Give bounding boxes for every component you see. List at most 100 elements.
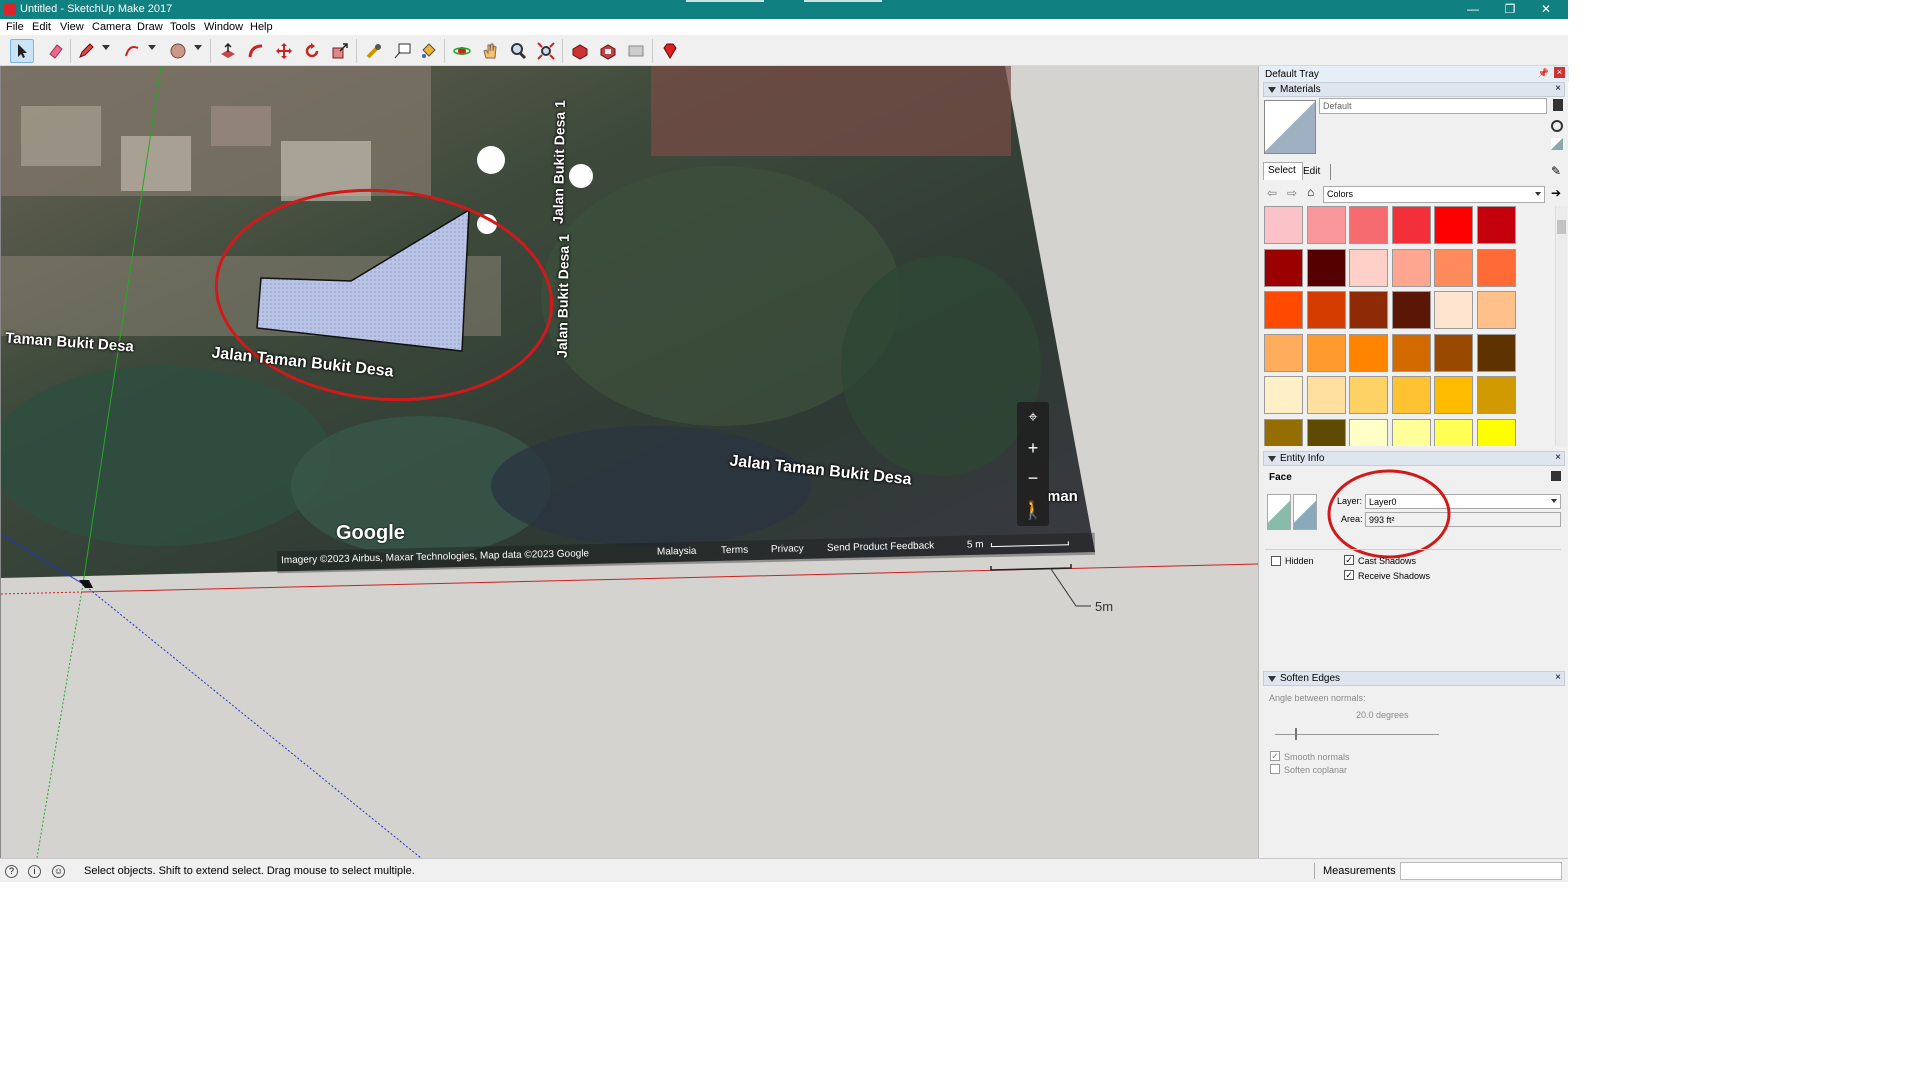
arc-tool[interactable]	[120, 39, 144, 63]
front-material-swatch[interactable]	[1267, 494, 1291, 530]
text-tool[interactable]	[390, 39, 414, 63]
close-button[interactable]: ✕	[1528, 0, 1564, 19]
warehouse-tool[interactable]	[568, 39, 592, 63]
color-swatch[interactable]	[1391, 418, 1431, 446]
menu-window[interactable]: Window	[204, 21, 243, 33]
model-viewport[interactable]: Taman Bukit Desa Jalan Taman Bukit Desa …	[0, 66, 1258, 858]
tray-close-icon[interactable]: ×	[1554, 67, 1565, 78]
terms-link[interactable]: Terms	[721, 545, 748, 557]
color-swatch[interactable]	[1434, 376, 1473, 414]
minimize-button[interactable]: —	[1455, 0, 1491, 19]
scale-tool[interactable]	[328, 39, 352, 63]
scrollbar-thumb[interactable]	[1557, 220, 1566, 234]
forward-arrow-icon[interactable]: ⇨	[1287, 186, 1297, 200]
color-swatch[interactable]	[1306, 291, 1346, 329]
maximize-button[interactable]: ❐	[1492, 0, 1528, 19]
default-material-icon[interactable]	[1551, 138, 1563, 150]
credits-icon[interactable]: i	[28, 865, 41, 878]
color-swatch[interactable]	[1306, 418, 1346, 446]
back-arrow-icon[interactable]: ⇦	[1267, 186, 1277, 200]
zoom-extents-tool[interactable]	[534, 39, 558, 63]
pegman-icon[interactable]: 🚶	[1017, 496, 1049, 524]
menu-file[interactable]: File	[6, 21, 24, 33]
swatch-scrollbar[interactable]	[1555, 206, 1567, 446]
user-account-icon[interactable]: ☺	[52, 865, 65, 878]
color-swatch[interactable]	[1434, 418, 1473, 446]
menu-edit[interactable]: Edit	[32, 21, 51, 33]
tape-measure-tool[interactable]	[362, 39, 386, 63]
create-material-icon[interactable]	[1553, 99, 1563, 111]
paint-bucket-tool[interactable]	[416, 39, 440, 63]
color-swatch[interactable]	[1349, 333, 1388, 372]
color-swatch[interactable]	[1434, 333, 1473, 372]
color-swatch[interactable]	[1434, 248, 1473, 287]
materials-panel-header[interactable]: Materials ×	[1263, 82, 1565, 97]
feedback-link[interactable]: Send Product Feedback	[827, 540, 935, 553]
extension-warehouse-tool[interactable]	[596, 39, 620, 63]
tab-edit[interactable]: Edit	[1303, 164, 1331, 180]
library-select[interactable]: Colors	[1323, 186, 1545, 203]
cast-shadows-checkbox[interactable]: ✓	[1344, 555, 1354, 565]
color-swatch[interactable]	[1434, 206, 1473, 244]
angle-slider-track[interactable]	[1275, 734, 1439, 735]
color-swatch[interactable]	[1391, 248, 1431, 287]
color-swatch[interactable]	[1306, 376, 1346, 414]
color-swatch[interactable]	[1349, 248, 1388, 287]
locate-icon[interactable]: ⌖	[1017, 404, 1049, 432]
soften-edges-panel-header[interactable]: Soften Edges ×	[1263, 671, 1565, 686]
geolocation-icon[interactable]: ?	[5, 865, 18, 878]
color-swatch[interactable]	[1476, 376, 1516, 414]
push-pull-tool[interactable]	[216, 39, 240, 63]
ruby-tool[interactable]	[658, 39, 682, 63]
menu-view[interactable]: View	[60, 21, 84, 33]
pan-tool[interactable]	[478, 39, 502, 63]
color-swatch[interactable]	[1264, 291, 1303, 329]
color-swatch[interactable]	[1476, 206, 1516, 244]
receive-shadows-checkbox[interactable]: ✓	[1344, 570, 1354, 580]
angle-slider-handle[interactable]	[1295, 728, 1297, 740]
color-swatch[interactable]	[1349, 376, 1388, 414]
tab-select[interactable]: Select	[1263, 162, 1303, 180]
color-swatch[interactable]	[1391, 376, 1431, 414]
eyedropper-icon[interactable]: ✎	[1551, 164, 1561, 178]
color-swatch[interactable]	[1264, 418, 1303, 446]
sample-paint-icon[interactable]	[1551, 120, 1563, 132]
pencil-dropdown-icon[interactable]	[102, 45, 110, 50]
color-swatch[interactable]	[1391, 333, 1431, 372]
zoom-out-icon[interactable]: −	[1017, 464, 1049, 492]
hidden-checkbox[interactable]	[1271, 556, 1281, 566]
shape-dropdown-icon[interactable]	[194, 45, 202, 50]
menu-draw[interactable]: Draw	[137, 21, 163, 33]
eraser-tool[interactable]	[44, 39, 68, 63]
zoom-in-icon[interactable]: +	[1017, 434, 1049, 462]
arc-dropdown-icon[interactable]	[148, 45, 156, 50]
panel-close-icon[interactable]: ×	[1555, 672, 1561, 683]
measurements-input[interactable]	[1400, 862, 1562, 880]
material-name-field[interactable]: Default	[1319, 98, 1547, 114]
color-swatch[interactable]	[1306, 206, 1346, 244]
orbit-tool[interactable]	[450, 39, 474, 63]
color-swatch[interactable]	[1306, 248, 1346, 287]
color-swatch[interactable]	[1391, 206, 1431, 244]
color-swatch[interactable]	[1349, 418, 1388, 446]
pencil-tool[interactable]	[74, 39, 98, 63]
color-swatch[interactable]	[1264, 333, 1303, 372]
color-swatch[interactable]	[1476, 418, 1516, 446]
color-swatch[interactable]	[1476, 248, 1516, 287]
menu-help[interactable]: Help	[250, 21, 273, 33]
color-swatch[interactable]	[1264, 376, 1303, 414]
expand-info-icon[interactable]	[1551, 471, 1561, 481]
color-swatch[interactable]	[1264, 248, 1303, 287]
color-swatch[interactable]	[1476, 333, 1516, 372]
zoom-tool[interactable]	[506, 39, 530, 63]
back-material-swatch[interactable]	[1293, 494, 1317, 530]
follow-me-tool[interactable]	[244, 39, 268, 63]
move-tool[interactable]	[272, 39, 296, 63]
color-swatch[interactable]	[1349, 291, 1388, 329]
layout-tool[interactable]	[624, 39, 648, 63]
entity-info-panel-header[interactable]: Entity Info ×	[1263, 451, 1565, 466]
panel-close-icon[interactable]: ×	[1555, 83, 1561, 94]
pin-icon[interactable]: 📌	[1538, 68, 1549, 79]
shape-tool[interactable]	[166, 39, 190, 63]
color-swatch[interactable]	[1434, 291, 1473, 329]
